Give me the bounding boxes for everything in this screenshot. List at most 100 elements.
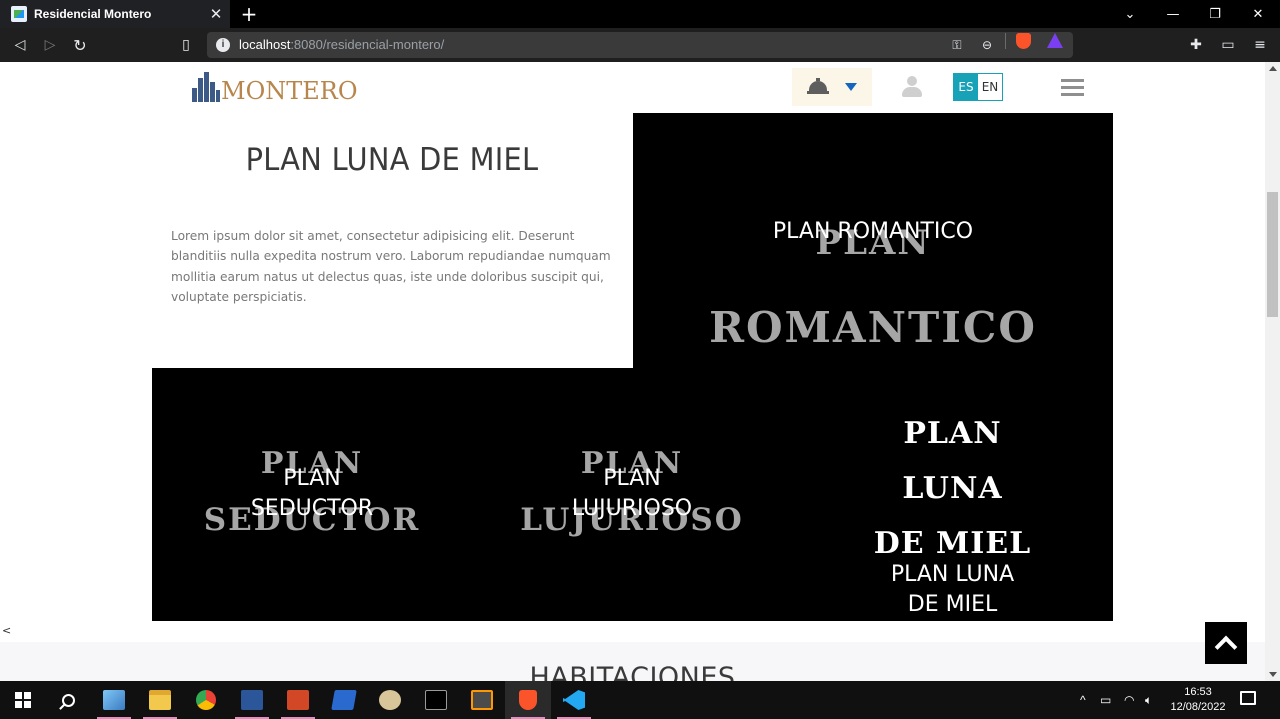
plan-lujurioso-card[interactable]: PLAN LUJURIOSO PLAN LUJURIOSO	[472, 368, 792, 621]
notification-center-icon[interactable]	[1240, 691, 1256, 705]
folder-icon	[149, 690, 171, 710]
powershell-icon	[331, 690, 357, 710]
browser-toolbar: ◁ ▷ ↻ ▯ i localhost:8080/residencial-mon…	[0, 28, 1280, 62]
sublime-icon	[471, 690, 493, 710]
chevron-up-icon	[1214, 635, 1238, 659]
start-button[interactable]	[0, 681, 46, 719]
key-icon[interactable]: ⚿	[949, 37, 965, 53]
page-viewport: MONTERO ES EN PLAN LUNA DE MIEL Lorem ip…	[0, 62, 1265, 681]
tray-overflow-chevron[interactable]: ^	[1080, 681, 1086, 719]
site-logo[interactable]: MONTERO	[190, 70, 358, 105]
plan-lujurioso-label-2: LUJURIOSO	[571, 496, 693, 521]
taskbar-app-explorer[interactable]	[137, 681, 183, 719]
taskbar-app-chrome[interactable]	[183, 681, 229, 719]
taskbar-app-powerpoint[interactable]	[275, 681, 321, 719]
wifi-icon[interactable]: ◠	[1124, 681, 1134, 719]
restore-button[interactable]: ❐	[1193, 0, 1237, 28]
url-text[interactable]: localhost:8080/residencial-montero/	[239, 37, 444, 52]
taskbar-app-sublime[interactable]	[459, 681, 505, 719]
plan-luna-de-miel-card[interactable]: PLAN LUNA DE MIEL PLAN LUNA DE MIEL	[792, 368, 1113, 621]
plan-seductor-card[interactable]: PLAN SEDUCTOR PLAN SEDUCTOR	[152, 368, 472, 621]
logo-buildings-icon	[190, 72, 220, 102]
tab-close-button[interactable]: ✕	[208, 5, 224, 23]
back-icon[interactable]: ◁	[10, 35, 30, 55]
system-clock[interactable]: 16:53 12/08/2022	[1166, 685, 1230, 715]
zoom-icon[interactable]: ⊖	[979, 37, 995, 53]
plan-luna-featured-1: PLAN	[903, 416, 1002, 451]
site-header: MONTERO ES EN	[0, 62, 1265, 114]
menu-icon[interactable]: ≡	[1250, 35, 1270, 55]
plan-luna-label-1: PLAN LUNA	[890, 562, 1015, 587]
plan-romantico-card[interactable]: PLAN ROMANTICO PLAN ROMANTICO	[633, 113, 1113, 368]
brave-rewards-icon[interactable]	[1047, 33, 1063, 48]
taskbar-app-brave[interactable]	[505, 681, 551, 719]
rooms-section-title: HABITACIONES	[529, 662, 736, 681]
volume-icon[interactable]: 🔈︎	[1145, 681, 1152, 719]
tab-search-chevron-icon[interactable]: ⌄	[1108, 0, 1152, 28]
close-window-button[interactable]: ✕	[1236, 0, 1280, 28]
taskbar-app-paint[interactable]	[367, 681, 413, 719]
page-title: PLAN LUNA DE MIEL	[245, 142, 539, 178]
search-button[interactable]	[45, 681, 91, 719]
plan-luna-featured-2: LUNA	[902, 471, 1003, 506]
site-info-icon[interactable]: i	[216, 38, 230, 52]
word-icon	[241, 690, 263, 710]
user-account-icon[interactable]	[902, 76, 922, 98]
new-tab-button[interactable]: +	[238, 2, 260, 26]
scrollbar-thumb[interactable]	[1267, 192, 1278, 317]
plan-luna-label-2: DE MIEL	[907, 592, 998, 617]
vscode-icon	[563, 690, 585, 710]
lang-es-button[interactable]: ES	[954, 74, 978, 100]
taskbar-app-word[interactable]	[229, 681, 275, 719]
paint-icon	[379, 690, 401, 710]
taskbar-app-vscode[interactable]	[551, 681, 597, 719]
bookmark-icon[interactable]: ▯	[176, 35, 196, 55]
reception-dropdown-button[interactable]	[792, 68, 872, 106]
plans-row: PLAN SEDUCTOR PLAN SEDUCTOR PLAN LUJURIO…	[152, 368, 1113, 621]
windows-taskbar: ^ ▭ ◠ 🔈︎ 16:53 12/08/2022	[0, 681, 1280, 719]
tab-title: Residencial Montero	[34, 7, 152, 21]
reload-icon[interactable]: ↻	[70, 35, 90, 55]
brave-shields-icon[interactable]	[1016, 33, 1031, 49]
search-icon	[61, 693, 75, 707]
forward-icon[interactable]: ▷	[40, 35, 60, 55]
windows-logo-icon	[15, 692, 31, 708]
browser-tab[interactable]: Residencial Montero ✕	[0, 0, 230, 28]
clock-time: 16:53	[1184, 686, 1212, 698]
lang-en-button[interactable]: EN	[978, 74, 1002, 100]
battery-icon[interactable]: ▭	[1100, 681, 1111, 719]
address-bar[interactable]: i localhost:8080/residencial-montero/ ⚿ …	[207, 32, 1073, 58]
scroll-down-arrow-icon[interactable]	[1269, 672, 1277, 677]
wallet-icon[interactable]: ▭	[1218, 35, 1238, 55]
url-path: :8080/residencial-montero/	[290, 37, 445, 52]
concierge-bell-icon	[807, 78, 829, 94]
plan-lujurioso-label-1: PLAN	[603, 466, 661, 491]
carousel-prev-caret[interactable]: <	[2, 624, 11, 637]
plan-romantico-label: PLAN ROMANTICO	[772, 219, 974, 244]
hamburger-menu-icon[interactable]	[1061, 79, 1084, 97]
browser-app-icon	[196, 690, 216, 710]
back-to-top-button[interactable]	[1205, 622, 1247, 664]
brave-icon	[519, 690, 537, 710]
powerpoint-icon	[287, 690, 309, 710]
url-host: localhost	[239, 37, 291, 52]
browser-tab-strip: Residencial Montero ✕ + ⌄ — ❐ ✕	[0, 0, 1280, 28]
plan-romantico-bg-word-2: ROMANTICO	[709, 303, 1037, 352]
clock-date: 12/08/2022	[1170, 701, 1226, 713]
minimize-button[interactable]: —	[1151, 0, 1195, 28]
taskbar-app-powershell[interactable]	[321, 681, 367, 719]
plan-seductor-label-1: PLAN	[283, 466, 341, 491]
plan-seductor-label-2: SEDUCTOR	[250, 496, 374, 521]
extensions-icon[interactable]: ✚	[1186, 35, 1206, 55]
notes-app-icon	[103, 690, 125, 710]
intro-paragraph: Lorem ipsum dolor sit amet, consectetur …	[171, 229, 611, 304]
logo-text: MONTERO	[221, 77, 358, 105]
site-favicon-icon	[11, 6, 27, 22]
taskbar-app-terminal[interactable]	[413, 681, 459, 719]
scroll-up-arrow-icon[interactable]	[1269, 66, 1277, 71]
taskbar-app-notes[interactable]	[91, 681, 137, 719]
language-switcher: ES EN	[953, 73, 1003, 101]
terminal-icon	[425, 690, 447, 710]
toolbar-divider	[1005, 33, 1006, 49]
page-scrollbar[interactable]	[1265, 62, 1280, 681]
